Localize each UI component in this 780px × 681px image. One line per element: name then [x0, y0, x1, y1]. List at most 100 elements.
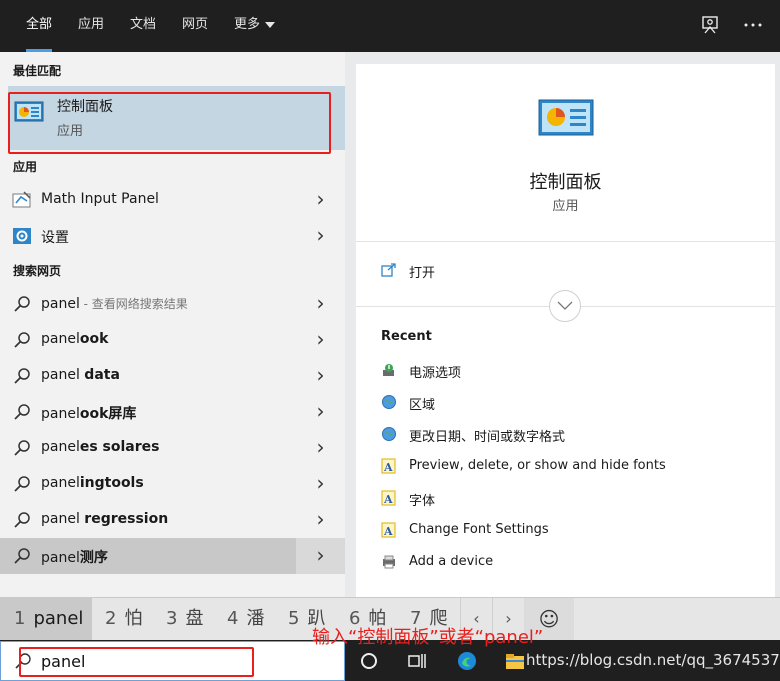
chevron-right-icon[interactable]: › [296, 502, 345, 538]
chevron-right-icon[interactable]: › [296, 430, 345, 466]
candidate-number: 1 [14, 608, 26, 629]
web-result-item[interactable]: panelingtools › [0, 466, 345, 502]
chevron-right-icon[interactable]: › [296, 466, 345, 502]
ime-candidate[interactable]: 4潘 [227, 598, 264, 640]
chevron-down-icon [265, 21, 276, 28]
web-result-item[interactable]: panel data › [0, 358, 345, 394]
search-filter-bar: 全部 应用 文档 网页 更多 [0, 0, 780, 52]
web-result-label: panelook屏库 [41, 403, 136, 423]
chevron-right-icon[interactable]: › [296, 322, 345, 358]
edge-browser-icon[interactable] [456, 650, 478, 672]
more-options-icon[interactable] [742, 14, 764, 36]
search-icon [14, 296, 30, 312]
task-view-icon[interactable] [406, 650, 428, 672]
tab-apps[interactable]: 应用 [78, 0, 104, 52]
query-text: panel [41, 439, 80, 455]
preview-subtitle: 应用 [552, 199, 579, 214]
candidate-number: 5 [288, 608, 300, 629]
ime-candidate[interactable]: 1 panel [0, 598, 92, 640]
query-text: panel [41, 367, 85, 383]
search-icon [14, 476, 30, 492]
query-text: panel [41, 331, 80, 347]
query-text: panel [41, 550, 80, 566]
region-globe-icon [382, 395, 396, 409]
recent-item-label: Preview, delete, or show and hide fonts [409, 458, 666, 473]
suggestion-text: ook [79, 331, 109, 347]
query-text: panel [41, 296, 80, 312]
suggestion-text: ingtools [79, 475, 144, 491]
chevron-right-icon[interactable]: › [296, 394, 345, 430]
suggestion-text: 测序 [79, 550, 108, 566]
search-icon [14, 368, 30, 384]
candidate-number: 2 [105, 608, 117, 629]
web-result-label: paneles solares [41, 439, 159, 455]
annotation-highlight-box [19, 647, 254, 677]
annotation-highlight-box [8, 92, 331, 154]
svg-text:A: A [383, 525, 393, 538]
recent-heading: Recent [381, 329, 432, 344]
cortana-icon[interactable] [358, 650, 380, 672]
expand-chevron-icon[interactable] [549, 290, 581, 322]
web-result-item[interactable]: panel - 查看网络搜索结果 › [0, 286, 345, 322]
candidate-text: panel [33, 608, 84, 629]
web-result-item[interactable]: panelook屏库 › [0, 394, 345, 430]
chevron-right-icon[interactable]: › [296, 182, 345, 218]
app-item-settings[interactable]: 设置 › [0, 218, 345, 254]
ime-candidate[interactable]: 3盘 [166, 598, 203, 640]
recent-item-label: 电源选项 [409, 366, 462, 381]
web-result-label: panelook [41, 331, 108, 347]
web-result-label: panel data [41, 367, 120, 383]
apps-heading: 应用 [13, 160, 38, 174]
web-search-heading: 搜索网页 [13, 264, 62, 278]
best-match-heading: 最佳匹配 [13, 64, 62, 78]
chevron-right-icon[interactable]: › [296, 218, 345, 254]
web-result-item[interactable]: paneles solares › [0, 430, 345, 466]
suggestion-text: ook屏库 [79, 406, 137, 422]
web-result-label: panel - 查看网络搜索结果 [41, 295, 188, 312]
chevron-right-icon[interactable]: › [296, 358, 345, 394]
feedback-icon[interactable] [700, 14, 722, 36]
preview-title: 控制面板 [529, 172, 602, 193]
recent-item-label: Add a device [409, 554, 494, 569]
chevron-right-icon[interactable]: › [296, 538, 345, 574]
svg-text:A: A [383, 493, 393, 506]
tab-documents[interactable]: 文档 [130, 0, 156, 52]
web-result-item[interactable]: panel测序 › [0, 538, 345, 574]
power-options-icon [383, 364, 394, 376]
tab-more[interactable]: 更多 [234, 0, 276, 52]
file-explorer-icon[interactable] [504, 650, 526, 672]
results-list: 最佳匹配 控制面板 应用 应用 Math Input Panel › 设置 › … [0, 52, 345, 597]
candidate-text: 怕 [124, 608, 143, 629]
chevron-right-icon[interactable]: › [296, 286, 345, 322]
candidate-number: 3 [166, 608, 178, 629]
recent-item-label: Change Font Settings [409, 522, 549, 537]
font-icon: A [381, 490, 396, 506]
app-item-math-input-panel[interactable]: Math Input Panel › [0, 182, 345, 218]
open-action[interactable]: 打开 [409, 262, 435, 281]
tab-web[interactable]: 网页 [182, 0, 208, 52]
ime-candidate[interactable]: 2怕 [105, 598, 142, 640]
control-panel-icon [538, 99, 594, 136]
result-hint: - 查看网络搜索结果 [79, 297, 188, 311]
annotation-text: 输入“控制面板”或者“panel” [312, 627, 544, 648]
candidate-text: 潘 [246, 608, 265, 629]
search-icon [14, 512, 30, 528]
suggestion-text: es solares [79, 439, 160, 455]
web-result-label: panel测序 [41, 547, 108, 567]
query-text: panel [41, 511, 85, 527]
app-label: 设置 [41, 230, 69, 246]
query-text: panel [41, 475, 80, 491]
candidate-number: 4 [227, 608, 239, 629]
settings-gear-icon [13, 228, 31, 244]
svg-text:A: A [383, 461, 393, 474]
tab-more-label: 更多 [234, 17, 261, 32]
recent-item-label: 更改日期、时间或数字格式 [409, 430, 566, 445]
recent-item-label: 字体 [409, 494, 436, 509]
web-result-item[interactable]: panel regression › [0, 502, 345, 538]
tab-all[interactable]: 全部 [26, 0, 53, 52]
suggestion-text: data [84, 367, 120, 383]
preview-pane: 控制面板 应用 打开 Recent 电源选项 区域 更改日期、时间或数字格式 A… [356, 64, 775, 597]
candidate-text: 盘 [185, 608, 204, 629]
font-icon: A [381, 458, 396, 474]
web-result-item[interactable]: panelook › [0, 322, 345, 358]
